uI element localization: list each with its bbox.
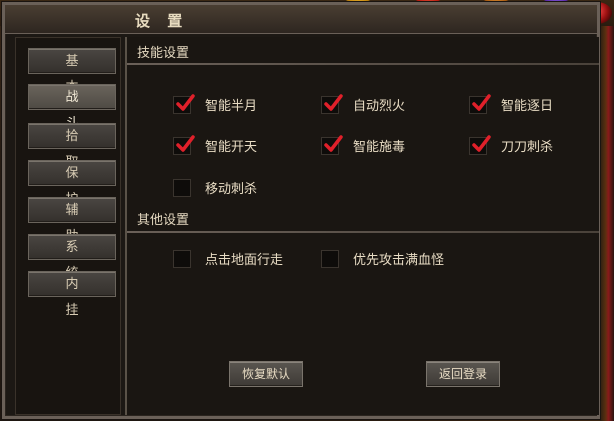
checkbox[interactable] xyxy=(173,93,195,114)
checkmark-icon xyxy=(324,134,343,152)
option-label: 智能开天 xyxy=(205,140,258,155)
section-divider xyxy=(127,63,599,65)
other-section-title: 其他设置 xyxy=(137,213,190,228)
return-login-button[interactable]: 返回登录 xyxy=(426,361,500,387)
checkbox[interactable] xyxy=(321,134,343,155)
option-label: 移动刺杀 xyxy=(205,182,258,197)
checkbox[interactable] xyxy=(469,134,491,155)
dialog-title-bar[interactable]: 设 置 xyxy=(5,5,597,34)
sidebar-tab-assist[interactable]: 辅 助 xyxy=(28,197,116,244)
sidebar-tab-combat[interactable]: 战 斗 xyxy=(28,84,116,131)
checkmark-icon xyxy=(472,93,491,111)
settings-main-panel: 技能设置 智能半月 自动烈火 智能逐日 智能开天 智能施毒 刀刀刺杀 移动刺杀 … xyxy=(125,37,599,415)
section-divider xyxy=(127,231,599,233)
checkbox[interactable] xyxy=(173,249,191,268)
game-screen: 设 置 基 本 战 斗 拾 取 保 护 辅 助 系 统 内 挂 技能设置 智能半… xyxy=(0,0,614,421)
checkmark-icon xyxy=(324,93,343,111)
option-label: 智能半月 xyxy=(205,99,258,114)
option-smart-halfmoon[interactable]: 智能半月 xyxy=(173,93,258,114)
option-smart-poison[interactable]: 智能施毒 xyxy=(321,134,406,155)
settings-sidebar: 基 本 战 斗 拾 取 保 护 辅 助 系 统 内 挂 xyxy=(15,37,121,415)
sidebar-tab-inner-hook[interactable]: 内 挂 xyxy=(28,271,116,318)
checkbox[interactable] xyxy=(321,93,343,114)
restore-default-button[interactable]: 恢复默认 xyxy=(229,361,303,387)
checkbox[interactable] xyxy=(321,249,339,268)
dialog-title: 设 置 xyxy=(135,12,189,30)
skills-section-title: 技能设置 xyxy=(137,46,190,61)
sidebar-tab-system[interactable]: 系 统 xyxy=(28,234,116,281)
checkbox[interactable] xyxy=(173,134,195,155)
option-click-ground-walk[interactable]: 点击地面行走 xyxy=(173,249,283,268)
sidebar-tab-protect[interactable]: 保 护 xyxy=(28,160,116,207)
checkmark-icon xyxy=(176,93,195,111)
option-label: 点击地面行走 xyxy=(205,253,284,268)
option-every-blade-stab[interactable]: 刀刀刺杀 xyxy=(469,134,554,155)
checkmark-icon xyxy=(472,134,491,152)
checkbox[interactable] xyxy=(173,178,191,197)
option-label: 刀刀刺杀 xyxy=(501,140,554,155)
option-label: 智能逐日 xyxy=(501,99,554,114)
checkbox[interactable] xyxy=(469,93,491,114)
sidebar-tab-pickup[interactable]: 拾 取 xyxy=(28,123,116,170)
option-auto-blaze[interactable]: 自动烈火 xyxy=(321,93,406,114)
option-prioritize-full-hp-monster[interactable]: 优先攻击满血怪 xyxy=(321,249,444,268)
option-move-stab[interactable]: 移动刺杀 xyxy=(173,178,257,197)
sidebar-tab-basic[interactable]: 基 本 xyxy=(28,48,116,95)
game-scene-edge xyxy=(600,26,614,421)
option-label: 优先攻击满血怪 xyxy=(353,253,445,268)
option-label: 自动烈火 xyxy=(353,99,406,114)
option-label: 智能施毒 xyxy=(353,140,406,155)
option-smart-chase-sun[interactable]: 智能逐日 xyxy=(469,93,554,114)
checkmark-icon xyxy=(176,134,195,152)
option-smart-open-sky[interactable]: 智能开天 xyxy=(173,134,258,155)
settings-dialog: 设 置 基 本 战 斗 拾 取 保 护 辅 助 系 统 内 挂 技能设置 智能半… xyxy=(2,2,600,419)
